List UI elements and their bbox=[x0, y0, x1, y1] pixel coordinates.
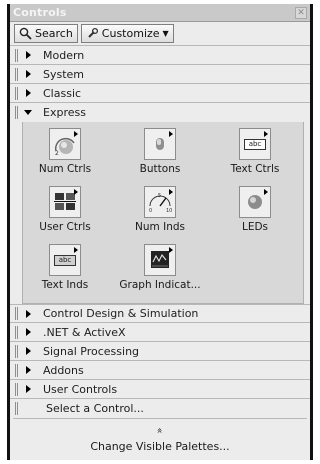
svg-text:10: 10 bbox=[166, 208, 172, 214]
text-control-icon: abc bbox=[239, 128, 271, 160]
select-control-row[interactable]: Select a Control... bbox=[10, 399, 310, 418]
expand-arrow-icon[interactable] bbox=[21, 328, 35, 336]
num-inds-item[interactable]: 0 5 10 Num Inds bbox=[120, 186, 200, 233]
search-button[interactable]: Search bbox=[14, 24, 78, 43]
item-label: User Ctrls bbox=[39, 221, 91, 233]
button-icon bbox=[144, 128, 176, 160]
svg-text:2: 2 bbox=[55, 150, 59, 157]
palette-toolbar: Search Customize ▼ bbox=[10, 22, 310, 46]
item-label: Text Inds bbox=[41, 279, 89, 291]
palette-title: Controls bbox=[13, 6, 67, 19]
divider bbox=[13, 418, 307, 419]
num-ctrls-item[interactable]: 2 Num Ctrls bbox=[25, 128, 105, 175]
leds-item[interactable]: LEDs bbox=[215, 186, 295, 233]
expand-arrow-icon[interactable] bbox=[21, 309, 35, 318]
expand-arrow-icon[interactable] bbox=[21, 385, 35, 393]
category-label: Control Design & Simulation bbox=[43, 307, 199, 320]
category-express[interactable]: Express bbox=[10, 103, 310, 122]
express-subpalette: 2 Num Ctrls Buttons abc Text Ctrls User … bbox=[22, 122, 304, 304]
customize-button-label: Customize bbox=[101, 27, 160, 40]
item-label: Text Ctrls bbox=[230, 163, 280, 175]
search-button-label: Search bbox=[35, 27, 73, 40]
category-signal-processing[interactable]: Signal Processing bbox=[10, 342, 310, 361]
controls-palette: Controls ✕ Search Customize ▼ Modern Sys… bbox=[7, 4, 313, 460]
change-visible-palettes-link[interactable]: Change Visible Palettes... bbox=[10, 440, 310, 453]
graph-icon bbox=[144, 244, 176, 276]
svg-text:0: 0 bbox=[149, 208, 152, 214]
item-label: Buttons bbox=[139, 163, 181, 175]
category-control-design[interactable]: Control Design & Simulation bbox=[10, 304, 310, 323]
svg-text:5: 5 bbox=[158, 193, 161, 199]
collapse-arrow-icon[interactable] bbox=[21, 110, 35, 115]
text-indicator-icon: abc bbox=[49, 244, 81, 276]
user-ctrls-item[interactable]: User Ctrls bbox=[25, 186, 105, 233]
chevrons-up-icon[interactable]: » bbox=[10, 425, 310, 436]
category-user-controls[interactable]: User Controls bbox=[10, 380, 310, 399]
text-ctrls-item[interactable]: abc Text Ctrls bbox=[215, 128, 295, 175]
search-icon bbox=[19, 27, 32, 40]
category-addons[interactable]: Addons bbox=[10, 361, 310, 380]
customize-button[interactable]: Customize ▼ bbox=[80, 24, 174, 43]
text-inds-item[interactable]: abc Text Inds bbox=[25, 244, 105, 291]
grip-handle bbox=[15, 106, 18, 119]
category-label: User Controls bbox=[43, 382, 118, 396]
grip-handle bbox=[15, 402, 18, 415]
category-label: Classic bbox=[43, 86, 82, 100]
expand-arrow-icon[interactable] bbox=[21, 366, 35, 374]
expand-arrow-icon[interactable] bbox=[21, 89, 35, 97]
numeric-knob-icon: 2 bbox=[49, 128, 81, 160]
category-label: Signal Processing bbox=[43, 344, 140, 358]
item-label: LEDs bbox=[241, 221, 269, 233]
led-icon bbox=[239, 186, 271, 218]
category-classic[interactable]: Classic bbox=[10, 84, 310, 103]
gauge-indicator-icon: 0 5 10 bbox=[144, 186, 176, 218]
dropdown-arrow-icon: ▼ bbox=[162, 29, 169, 38]
grip-handle bbox=[15, 86, 18, 100]
expand-arrow-icon[interactable] bbox=[21, 70, 35, 78]
grip-handle bbox=[15, 363, 18, 377]
category-system[interactable]: System bbox=[10, 65, 310, 84]
buttons-item[interactable]: Buttons bbox=[120, 128, 200, 175]
close-icon[interactable]: ✕ bbox=[295, 6, 307, 19]
grip-handle bbox=[15, 344, 18, 358]
wrench-icon bbox=[88, 27, 98, 38]
user-controls-icon bbox=[49, 186, 81, 218]
category-label: Modern bbox=[43, 48, 85, 62]
category-modern[interactable]: Modern bbox=[10, 46, 310, 65]
category-label: Addons bbox=[43, 363, 84, 377]
graph-indicators-item[interactable]: Graph Indicat... bbox=[119, 244, 201, 291]
grip-handle bbox=[15, 307, 18, 320]
title-bar[interactable]: Controls ✕ bbox=[10, 4, 310, 22]
category-dotnet-activex[interactable]: .NET & ActiveX bbox=[10, 323, 310, 342]
category-label: .NET & ActiveX bbox=[43, 325, 126, 339]
grip-handle bbox=[15, 48, 18, 62]
category-label: System bbox=[43, 67, 85, 81]
category-label: Express bbox=[43, 106, 86, 119]
item-label: Num Ctrls bbox=[38, 163, 92, 175]
item-label: Num Inds bbox=[135, 221, 185, 233]
expand-arrow-icon[interactable] bbox=[21, 347, 35, 355]
grip-handle bbox=[15, 325, 18, 339]
item-label: Graph Indicat... bbox=[119, 279, 201, 291]
expand-arrow-icon[interactable] bbox=[21, 51, 35, 59]
grip-handle bbox=[15, 67, 18, 81]
select-control-link[interactable]: Select a Control... bbox=[46, 402, 144, 415]
grip-handle bbox=[15, 382, 18, 396]
